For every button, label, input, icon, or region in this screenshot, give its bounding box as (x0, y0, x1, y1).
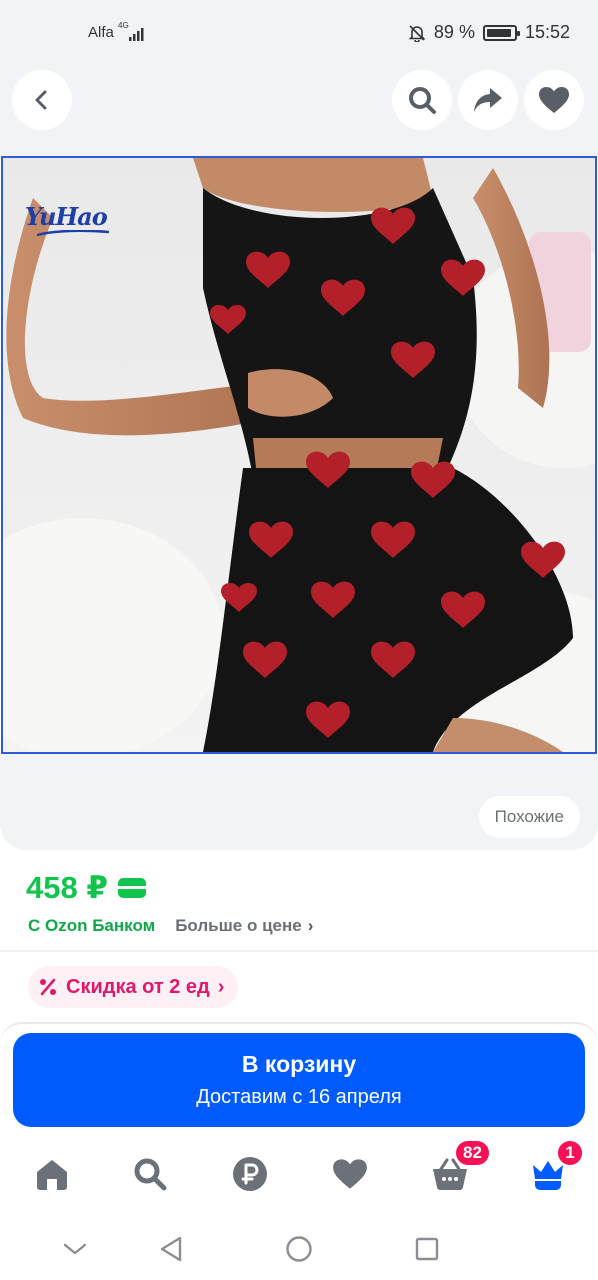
profile-notification-badge: 1 (556, 1139, 584, 1167)
back-button[interactable] (12, 70, 72, 130)
favorite-button[interactable] (524, 70, 584, 130)
tab-search[interactable] (126, 1150, 174, 1198)
search-icon (409, 87, 436, 114)
bank-price-line: С Ozon Банком Больше о цене › (28, 916, 313, 936)
battery-percent: 89 % (433, 22, 475, 42)
gallery-footer: Похожие (0, 754, 598, 850)
status-right: 89 % 15:52 (408, 22, 570, 43)
bell-off-icon (408, 24, 426, 42)
battery-icon (482, 24, 520, 41)
chevron-right-icon: › (307, 916, 314, 935)
signal-icon (129, 28, 144, 41)
system-back-button[interactable] (156, 1234, 186, 1264)
price-value: 458 ₽ (26, 870, 108, 905)
heart-icon (333, 1159, 367, 1189)
ruble-icon (233, 1157, 267, 1191)
heart-icon (539, 87, 569, 113)
search-button[interactable] (392, 70, 452, 130)
more-about-price-link[interactable]: Больше о цене › (175, 916, 313, 936)
system-recents-button[interactable] (412, 1234, 442, 1264)
square-recents-icon (415, 1237, 439, 1261)
product-image[interactable]: YuHao (1, 156, 597, 754)
percent-icon (40, 978, 56, 996)
home-icon (37, 1160, 67, 1190)
carrier-name: Alfa (88, 24, 114, 41)
tab-home[interactable] (28, 1150, 76, 1198)
search-icon (134, 1158, 167, 1191)
similar-button[interactable]: Похожие (478, 796, 580, 838)
bank-card-icon (117, 878, 146, 898)
chevron-left-icon (35, 90, 47, 110)
brand-logo: YuHao (25, 202, 108, 231)
tab-favorites[interactable] (326, 1150, 374, 1198)
system-nav-bar (0, 1218, 598, 1280)
divider (0, 950, 598, 952)
chevron-down-icon (63, 1243, 87, 1255)
discount-chip[interactable]: Скидка от 2 ед › (28, 966, 239, 1008)
status-bar: Alfa 4G 89 % 15:52 (0, 0, 598, 60)
more-about-price-label: Больше о цене (175, 916, 302, 935)
add-to-cart-button[interactable]: В корзину Доставим с 16 апреля (13, 1033, 585, 1127)
discount-label: Скидка от 2 ед (66, 975, 210, 998)
top-nav (0, 60, 598, 156)
cart-count-badge: 82 (454, 1139, 491, 1167)
delivery-date-label: Доставим с 16 апреля (196, 1086, 402, 1108)
system-home-button[interactable] (284, 1234, 314, 1264)
clock: 15:52 (524, 22, 570, 42)
add-to-cart-label: В корзину (241, 1051, 357, 1077)
tab-ruble[interactable] (226, 1150, 274, 1198)
price-block: 458 ₽ (26, 870, 146, 906)
ozon-bank-label: С Ozon Банком (28, 916, 156, 935)
circle-home-icon (286, 1236, 312, 1262)
chevron-right-icon: › (217, 975, 225, 998)
product-photo-illustration (3, 158, 595, 752)
share-icon (474, 88, 502, 112)
system-hide-button[interactable] (60, 1234, 90, 1264)
brand-logo-swoosh (37, 230, 109, 236)
triangle-back-icon (160, 1236, 182, 1262)
share-button[interactable] (458, 70, 518, 130)
